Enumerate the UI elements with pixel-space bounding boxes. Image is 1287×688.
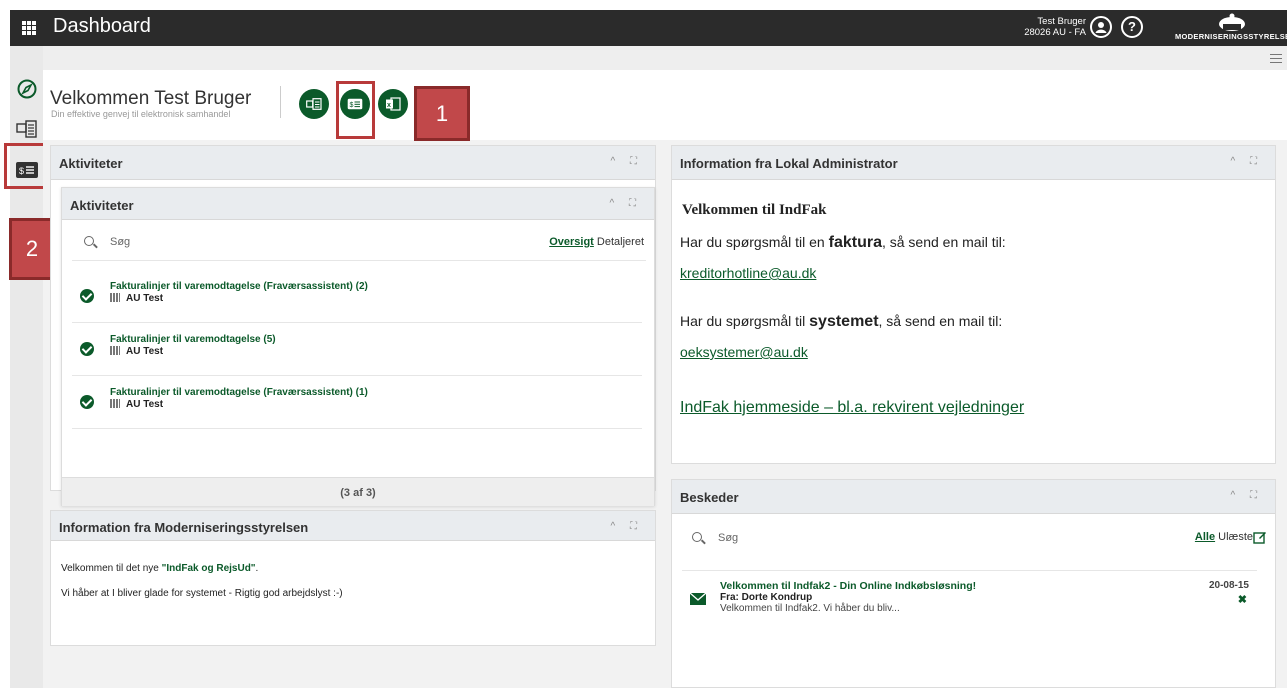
search-icon [84, 236, 94, 246]
search-icon [692, 532, 702, 542]
activities-search[interactable]: Søg [84, 236, 130, 248]
tab-ulaeste[interactable]: Ulæste [1218, 531, 1253, 543]
compass-icon[interactable] [10, 74, 43, 104]
welcome-header: Velkommen Test Bruger Din effektive genv… [43, 70, 1287, 140]
user-name: Test Bruger [1037, 16, 1086, 27]
annotation-badge-2: 2 [9, 218, 55, 280]
local-admin-heading: Velkommen til IndFak [682, 202, 827, 218]
divider [280, 86, 281, 118]
page-title: Dashboard [53, 15, 151, 37]
sub-bar [43, 46, 1287, 70]
modst-line-2: Vi håber at I bliver glade for systemet … [61, 588, 343, 599]
activity-item[interactable]: Fakturalinjer til varemodtagelse (Fravær… [72, 377, 642, 429]
messages-panel: Beskeder ^ ⛶ Søg Alle Ulæste Velkommen t… [671, 479, 1276, 688]
building-icon [110, 346, 120, 355]
tab-detaljeret[interactable]: Detaljeret [597, 236, 644, 248]
invoice-list-icon[interactable] [10, 114, 43, 144]
tab-oversigt[interactable]: Oversigt [549, 236, 594, 248]
panel-controls[interactable]: ^ ⛶ [1231, 490, 1263, 501]
activity-title: Fakturalinjer til varemodtagelse (5) [110, 334, 276, 345]
message-from: Fra: Dorte Kondrup [720, 592, 813, 603]
user-org: 28026 AU - FA [1024, 27, 1086, 38]
compose-icon[interactable] [1253, 530, 1267, 544]
welcome-subtitle: Din effektive genvej til elektronisk sam… [51, 109, 231, 119]
highlight-text: "IndFak og RejsUd" [161, 563, 256, 574]
messages-header: Beskeder ^ ⛶ [672, 480, 1275, 514]
message-item[interactable]: Velkommen til Indfak2 - Din Online Indkø… [682, 570, 1257, 626]
mail-link-oeksystemer[interactable]: oeksystemer@au.dk [680, 344, 808, 360]
activity-org: AU Test [110, 346, 163, 357]
activities-outer-title: Aktiviteter [59, 156, 123, 171]
message-preview: Velkommen til Indfak2. Vi håber du bliv.… [720, 603, 900, 614]
activities-header: Aktiviteter ^ ⛶ [62, 188, 654, 220]
panel-controls[interactable]: ^ ⛶ [610, 198, 642, 209]
divider [72, 260, 646, 261]
top-bar: Dashboard Test Bruger 28026 AU - FA ? Mo… [10, 10, 1287, 46]
messages-search-input[interactable]: Søg [718, 532, 738, 544]
modst-info-panel: Information fra Moderniseringsstyrelsen … [50, 510, 656, 646]
check-circle-icon [80, 342, 94, 356]
local-admin-header: Information fra Lokal Administrator ^ ⛶ [672, 146, 1275, 180]
delete-icon[interactable]: ✖ [1238, 593, 1247, 606]
tab-alle[interactable]: Alle [1195, 531, 1215, 543]
message-date: 20-08-15 [1208, 580, 1249, 591]
faktura-question: Har du spørgsmål til en faktura, så send… [680, 234, 1006, 251]
brand-logo: Moderniseringsstyrelsen [1165, 13, 1287, 43]
activities-outer-header: Aktiviteter ^ ⛶ [51, 146, 655, 180]
modst-info-title: Information fra Moderniseringsstyrelsen [59, 520, 309, 535]
panel-controls[interactable]: ^ ⛶ [611, 521, 643, 532]
local-admin-panel: Information fra Lokal Administrator ^ ⛶ … [671, 145, 1276, 464]
svg-text:x: x [387, 102, 391, 109]
activities-title: Aktiviteter [70, 198, 134, 213]
modst-line-1: Velkommen til det nye "IndFak og RejsUd"… [61, 563, 259, 574]
excel-shortcut-button[interactable]: x [378, 89, 408, 119]
activities-count: (3 af 3) [62, 477, 654, 506]
welcome-title: Velkommen Test Bruger [50, 88, 252, 109]
homepage-link[interactable]: IndFak hjemmeside – bl.a. rekvirent vejl… [680, 399, 1024, 417]
excel-icon: x [386, 97, 401, 111]
user-info: Test Bruger 28026 AU - FA [1000, 16, 1086, 38]
building-icon [110, 399, 120, 408]
activity-org: AU Test [110, 293, 163, 304]
local-admin-title: Information fra Lokal Administrator [680, 156, 898, 171]
activity-item[interactable]: Fakturalinjer til varemodtagelse (5) AU … [72, 324, 642, 376]
invoice-list-icon [306, 98, 322, 110]
activities-view-tabs: Oversigt Detaljeret [549, 236, 644, 248]
messages-title: Beskeder [680, 490, 739, 505]
activity-title: Fakturalinjer til varemodtagelse (Fravær… [110, 281, 368, 292]
crown-icon [1219, 13, 1245, 31]
brand-text: Moderniseringsstyrelsen [1175, 32, 1287, 41]
activity-org: AU Test [110, 399, 163, 410]
annotation-badge-1: 1 [414, 86, 470, 141]
user-circle-icon[interactable] [1090, 16, 1112, 38]
check-circle-icon [80, 395, 94, 409]
activities-search-input[interactable]: Søg [110, 236, 130, 248]
building-icon [110, 293, 120, 302]
modst-info-header: Information fra Moderniseringsstyrelsen … [51, 511, 655, 541]
messages-filter-tabs: Alle Ulæste [1195, 531, 1253, 543]
invoice-shortcut-button[interactable] [299, 89, 329, 119]
help-circle-icon[interactable]: ? [1121, 16, 1143, 38]
messages-search[interactable]: Søg [692, 532, 738, 544]
activity-title: Fakturalinjer til varemodtagelse (Fravær… [110, 387, 368, 398]
system-question: Har du spørgsmål til systemet, så send e… [680, 313, 1003, 330]
panel-controls[interactable]: ^ ⛶ [611, 156, 643, 167]
app-grid-icon[interactable] [22, 21, 36, 35]
hamburger-menu-icon[interactable] [1270, 54, 1282, 66]
check-circle-icon [80, 289, 94, 303]
activity-item[interactable]: Fakturalinjer til varemodtagelse (Fravær… [72, 271, 642, 323]
activities-panel: Aktiviteter ^ ⛶ Søg Oversigt Detaljeret … [61, 187, 655, 506]
mail-link-kreditor[interactable]: kreditorhotline@au.dk [680, 265, 816, 281]
annotation-box-toolbar [336, 81, 375, 139]
panel-controls[interactable]: ^ ⛶ [1231, 156, 1263, 167]
envelope-icon [690, 593, 706, 605]
message-title: Velkommen til Indfak2 - Din Online Indkø… [720, 580, 977, 592]
